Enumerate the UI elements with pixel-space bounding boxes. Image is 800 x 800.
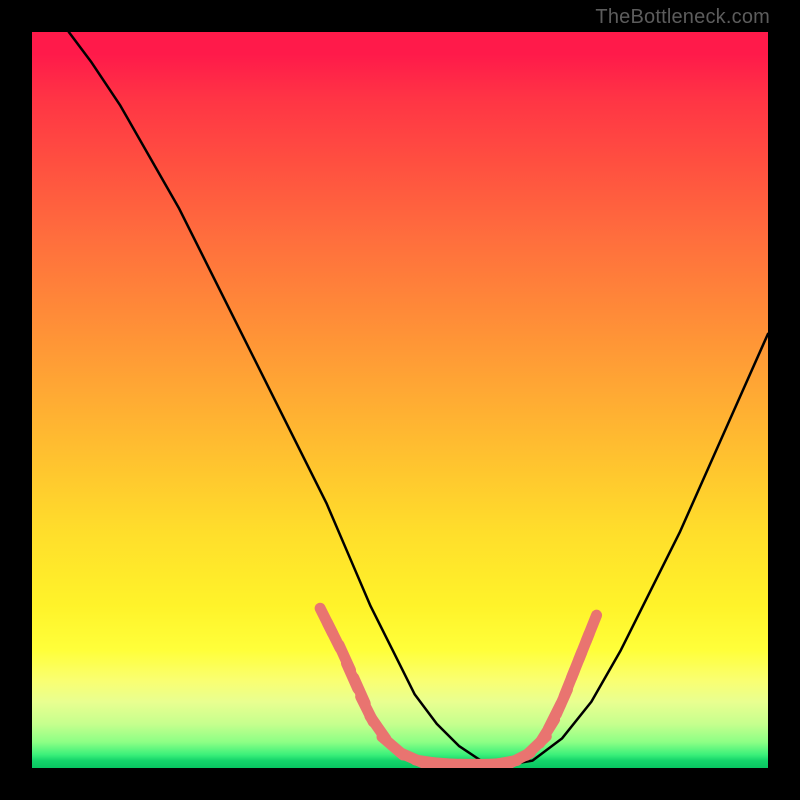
highlight-marker: [586, 615, 596, 641]
highlight-markers: [320, 608, 596, 765]
watermark-text: TheBottleneck.com: [595, 6, 770, 29]
bottleneck-curve: [69, 32, 768, 764]
plot-area: [32, 32, 768, 768]
chart-svg: [32, 32, 768, 768]
chart-stage: TheBottleneck.com: [0, 0, 800, 800]
